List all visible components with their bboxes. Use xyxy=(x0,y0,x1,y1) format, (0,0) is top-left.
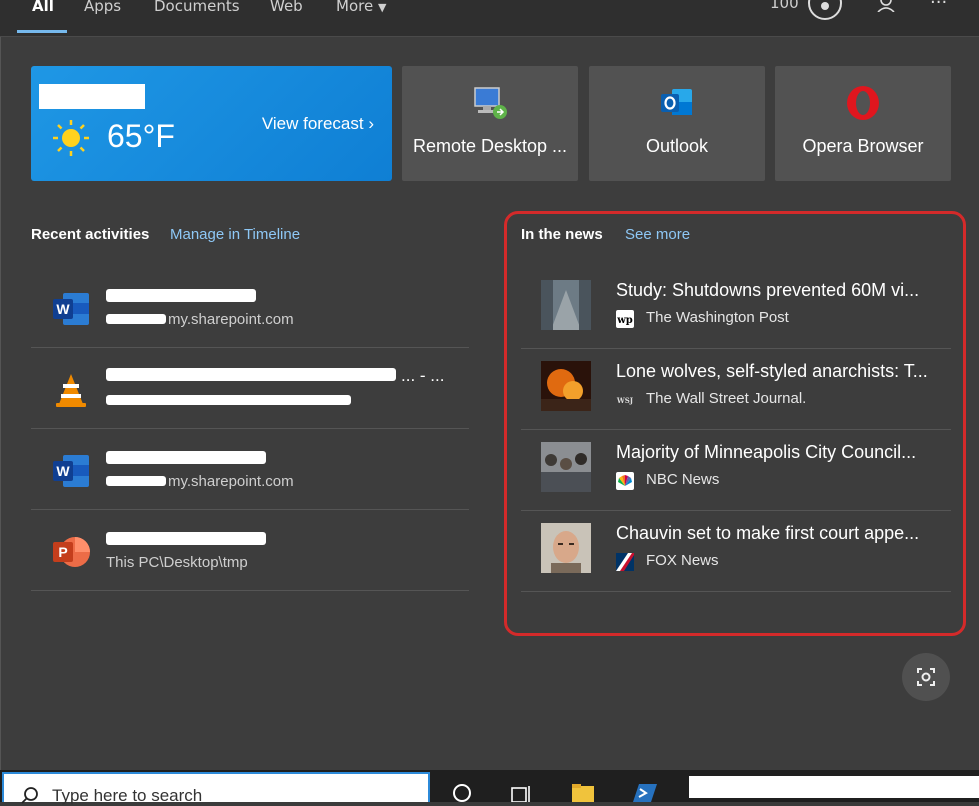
file-explorer-icon[interactable] xyxy=(571,780,595,802)
app-tile-outlook[interactable]: Outlook xyxy=(589,66,765,181)
news-source: The Wall Street Journal. xyxy=(646,390,807,407)
redacted-filename xyxy=(106,368,396,381)
svg-text:W: W xyxy=(56,301,70,317)
tab-all[interactable]: All xyxy=(32,0,54,18)
svg-text:W: W xyxy=(56,463,70,479)
outlook-label: Outlook xyxy=(645,136,709,156)
nbc-peacock-icon xyxy=(616,472,634,490)
svg-text:wp: wp xyxy=(616,315,633,326)
news-headline: Majority of Minneapolis City Council... xyxy=(616,442,917,462)
news-headline: Study: Shutdowns prevented 60M vi... xyxy=(616,280,920,300)
recent-item[interactable]: ... - ... xyxy=(31,348,469,429)
recent-item-title: ... - ... xyxy=(401,366,445,385)
word-icon: W xyxy=(53,455,89,487)
redacted-path xyxy=(106,314,166,324)
news-source: The Washington Post xyxy=(646,309,789,326)
news-item[interactable]: Majority of Minneapolis City Council... … xyxy=(521,430,951,511)
active-tab-indicator xyxy=(17,30,67,33)
news-item[interactable]: Chauvin set to make first court appe... … xyxy=(521,511,951,592)
news-headline: Lone wolves, self-styled anarchists: T..… xyxy=(616,361,928,381)
redacted-filename xyxy=(106,532,266,545)
manage-timeline-link[interactable]: Manage in Timeline xyxy=(170,226,300,243)
search-icon xyxy=(21,787,38,804)
wsj-icon: WSJ xyxy=(616,391,634,409)
opera-icon xyxy=(847,86,879,120)
recent-item-path: my.sharepoint.com xyxy=(168,311,294,328)
outlook-icon xyxy=(661,89,692,115)
news-source: FOX News xyxy=(646,552,719,569)
visual-search-button[interactable] xyxy=(902,653,950,701)
app-tile-opera[interactable]: Opera Browser xyxy=(775,66,951,181)
tab-documents[interactable]: Documents xyxy=(154,0,240,18)
tab-more-label: More xyxy=(336,0,374,15)
more-options-icon[interactable]: ··· xyxy=(930,0,947,13)
remote-desktop-icon xyxy=(474,87,507,119)
app-tile-remote-desktop[interactable]: Remote Desktop ... xyxy=(402,66,578,181)
account-icon[interactable] xyxy=(808,0,842,20)
view-forecast-link[interactable]: View forecast › xyxy=(262,114,374,134)
chevron-right-icon: › xyxy=(368,114,374,133)
opera-label: Opera Browser xyxy=(802,136,924,156)
word-icon: W xyxy=(53,293,89,325)
vlc-icon xyxy=(56,374,86,407)
redacted-filename xyxy=(106,289,256,302)
washington-post-icon: wp xyxy=(616,310,634,328)
news-headline: Chauvin set to make first court appe... xyxy=(616,523,920,543)
news-thumbnail xyxy=(541,523,591,573)
camera-scan-icon xyxy=(917,668,935,686)
in-the-news-title: In the news xyxy=(521,226,603,243)
recent-item[interactable]: P This PC\Desktop\tmp xyxy=(31,510,469,591)
svg-text:WSJ: WSJ xyxy=(616,396,634,405)
news-item[interactable]: Study: Shutdowns prevented 60M vi... wp … xyxy=(521,268,951,349)
svg-text:P: P xyxy=(58,544,67,560)
location-redacted xyxy=(39,84,145,109)
task-view-icon[interactable] xyxy=(509,780,533,802)
tab-bar: All Apps Documents Web More ▼ 100 ··· xyxy=(0,0,979,37)
cortana-icon[interactable] xyxy=(450,780,474,802)
temperature: 65°F xyxy=(107,118,175,154)
feedback-icon[interactable] xyxy=(876,0,900,12)
rewards-points[interactable]: 100 xyxy=(770,0,799,12)
news-item[interactable]: Lone wolves, self-styled anarchists: T..… xyxy=(521,349,951,430)
news-thumbnail xyxy=(541,442,591,492)
sun-icon xyxy=(53,120,89,156)
fox-news-icon xyxy=(616,553,634,571)
tab-apps[interactable]: Apps xyxy=(84,0,121,18)
taskbar-search-box[interactable]: Type here to search xyxy=(2,772,430,805)
powerpoint-icon: P xyxy=(53,537,90,567)
recent-item-path: my.sharepoint.com xyxy=(168,473,294,490)
redacted-filename xyxy=(106,451,266,464)
weather-tile[interactable]: 65°F View forecast › xyxy=(31,66,392,181)
news-thumbnail xyxy=(541,280,591,330)
taskbar-redacted-area xyxy=(689,776,979,798)
recent-item[interactable]: W my.sharepoint.com xyxy=(31,429,469,510)
tab-web[interactable]: Web xyxy=(270,0,303,18)
search-placeholder[interactable]: Type here to search xyxy=(52,786,202,806)
tab-more[interactable]: More ▼ xyxy=(336,0,386,18)
chevron-down-icon: ▼ xyxy=(377,1,387,14)
news-source: NBC News xyxy=(646,471,720,488)
recent-activities-title: Recent activities xyxy=(31,226,150,243)
see-more-link[interactable]: See more xyxy=(625,226,690,243)
powershell-icon[interactable] xyxy=(633,780,657,802)
redacted-path xyxy=(106,395,351,405)
recent-item-path: This PC\Desktop\tmp xyxy=(106,554,248,571)
redacted-path xyxy=(106,476,166,486)
news-thumbnail xyxy=(541,361,591,411)
remote-desktop-label: Remote Desktop ... xyxy=(412,136,568,156)
view-forecast-label: View forecast xyxy=(261,114,364,133)
recent-item[interactable]: W my.sharepoint.com xyxy=(31,267,469,348)
